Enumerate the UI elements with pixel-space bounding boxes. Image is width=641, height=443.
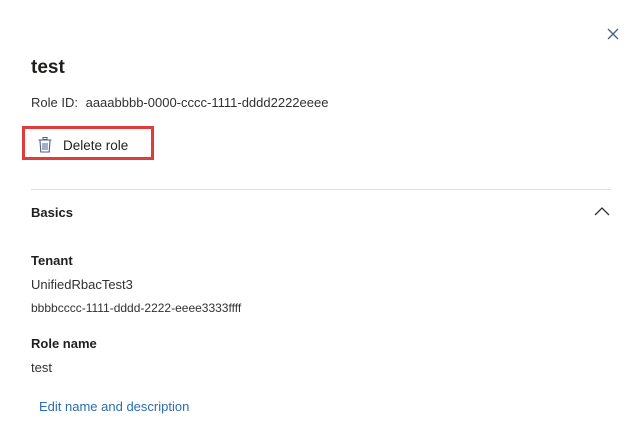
tenant-name: UnifiedRbacTest3: [31, 277, 133, 292]
close-button[interactable]: [604, 25, 622, 43]
page-title: test: [31, 57, 65, 78]
delete-role-label: Delete role: [63, 137, 129, 153]
basics-section-header[interactable]: Basics: [31, 199, 613, 227]
role-id-value: aaaabbbb-0000-cccc-1111-dddd2222eeee: [85, 95, 329, 110]
role-id: Role ID: aaaabbbb-0000-cccc-1111-dddd222…: [31, 95, 328, 110]
basics-section-title: Basics: [31, 205, 73, 220]
role-id-label: Role ID:: [31, 95, 78, 110]
edit-name-description-link[interactable]: Edit name and description: [39, 399, 189, 414]
tenant-label: Tenant: [31, 253, 73, 268]
divider: [31, 189, 611, 190]
role-name-value: test: [31, 360, 52, 375]
trash-icon: [38, 137, 52, 153]
role-details-panel: test Role ID: aaaabbbb-0000-cccc-1111-dd…: [0, 0, 641, 443]
close-icon: [607, 28, 619, 40]
tenant-id: bbbbcccc-1111-dddd-2222-eeee3333ffff: [31, 301, 242, 315]
chevron-up-icon: [594, 207, 610, 216]
delete-role-button[interactable]: Delete role: [38, 135, 128, 155]
role-name-label: Role name: [31, 336, 97, 351]
